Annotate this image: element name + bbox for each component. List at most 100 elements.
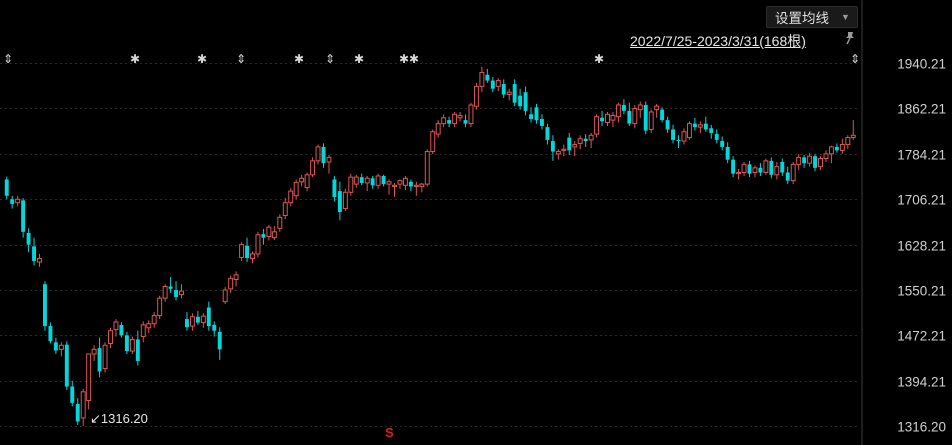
- candle[interactable]: [26, 228, 31, 253]
- candle[interactable]: [261, 228, 266, 245]
- candle[interactable]: [381, 174, 386, 187]
- candle[interactable]: [430, 129, 436, 154]
- candle[interactable]: [703, 116, 708, 132]
- candle[interactable]: [80, 388, 86, 427]
- candle[interactable]: [665, 116, 670, 133]
- candle[interactable]: [408, 179, 413, 192]
- candle[interactable]: [834, 143, 839, 153]
- candle[interactable]: [157, 295, 163, 320]
- candle[interactable]: [70, 380, 75, 407]
- candle[interactable]: [495, 78, 501, 92]
- candle[interactable]: [413, 181, 419, 196]
- candle[interactable]: [845, 135, 851, 150]
- candle[interactable]: [392, 182, 397, 197]
- candle[interactable]: [463, 114, 468, 128]
- candle[interactable]: [321, 143, 326, 168]
- candle[interactable]: [615, 102, 621, 123]
- candle[interactable]: [140, 321, 146, 343]
- event-marker[interactable]: ⇕: [325, 53, 335, 65]
- candle[interactable]: [501, 79, 506, 99]
- candle[interactable]: [424, 149, 430, 187]
- candle[interactable]: [457, 111, 463, 122]
- candle[interactable]: [271, 226, 277, 240]
- candle[interactable]: [332, 175, 337, 202]
- candle[interactable]: [714, 129, 719, 144]
- candle[interactable]: [102, 342, 108, 373]
- candle[interactable]: [534, 103, 539, 124]
- event-marker[interactable]: ✱: [594, 53, 604, 65]
- candle[interactable]: [747, 160, 752, 178]
- candle[interactable]: [452, 111, 458, 128]
- candle[interactable]: [397, 179, 403, 189]
- candle[interactable]: [348, 173, 354, 196]
- candle[interactable]: [545, 123, 550, 145]
- candle[interactable]: [288, 188, 294, 207]
- candle[interactable]: [58, 342, 64, 357]
- candle[interactable]: [785, 166, 790, 185]
- candle[interactable]: [697, 121, 703, 133]
- candle[interactable]: [64, 341, 69, 391]
- candle[interactable]: [293, 179, 299, 200]
- candle[interactable]: [588, 132, 594, 149]
- candle[interactable]: [21, 198, 26, 238]
- candle[interactable]: [490, 77, 495, 93]
- date-range-label[interactable]: 2022/7/25-2023/3/31(168根): [630, 31, 806, 51]
- candle[interactable]: [654, 103, 660, 118]
- candle[interactable]: [567, 132, 572, 156]
- candle[interactable]: [736, 168, 742, 180]
- event-marker[interactable]: ✱✱: [399, 53, 419, 65]
- candle[interactable]: [676, 135, 681, 149]
- candle[interactable]: [660, 107, 665, 123]
- candle[interactable]: [818, 156, 823, 171]
- candle[interactable]: [15, 195, 21, 207]
- candle[interactable]: [386, 179, 392, 195]
- candle[interactable]: [506, 88, 512, 101]
- candle[interactable]: [245, 237, 250, 263]
- candle[interactable]: [692, 117, 697, 131]
- candle[interactable]: [763, 158, 769, 175]
- set-moving-average-button[interactable]: 设置均线 ▼: [766, 6, 858, 28]
- candle[interactable]: [337, 181, 342, 221]
- candle[interactable]: [364, 175, 370, 192]
- candle[interactable]: [850, 120, 856, 140]
- candle[interactable]: [572, 141, 578, 157]
- candle[interactable]: [790, 162, 796, 185]
- candle[interactable]: [813, 153, 818, 172]
- candle[interactable]: [239, 242, 245, 261]
- candle[interactable]: [97, 337, 102, 378]
- candle[interactable]: [91, 345, 97, 361]
- candle[interactable]: [53, 337, 58, 354]
- candle[interactable]: [217, 327, 222, 360]
- event-marker[interactable]: ⇕: [3, 53, 13, 65]
- candle[interactable]: [600, 110, 605, 126]
- candle[interactable]: [162, 284, 168, 302]
- candle[interactable]: [605, 111, 610, 126]
- candle[interactable]: [250, 251, 255, 264]
- candle[interactable]: [108, 327, 113, 349]
- event-marker[interactable]: ✱: [197, 53, 207, 65]
- candle[interactable]: [282, 198, 288, 220]
- candle[interactable]: [839, 138, 845, 154]
- candle[interactable]: [184, 312, 189, 331]
- candle[interactable]: [741, 162, 747, 176]
- candle[interactable]: [113, 319, 119, 337]
- candle[interactable]: [709, 124, 714, 139]
- candle[interactable]: [752, 165, 758, 178]
- candle[interactable]: [342, 188, 348, 211]
- candle[interactable]: [774, 162, 780, 180]
- candle[interactable]: [10, 195, 15, 209]
- candle[interactable]: [75, 398, 80, 425]
- candle[interactable]: [518, 88, 523, 110]
- candle[interactable]: [550, 135, 555, 161]
- candle[interactable]: [212, 321, 217, 337]
- candle[interactable]: [523, 86, 528, 116]
- candle[interactable]: [375, 173, 381, 189]
- candle[interactable]: [255, 231, 261, 258]
- candle[interactable]: [277, 214, 283, 232]
- candle[interactable]: [802, 155, 807, 168]
- candle[interactable]: [195, 310, 200, 325]
- candle[interactable]: [621, 99, 626, 115]
- candle[interactable]: [151, 312, 157, 328]
- candle[interactable]: [610, 111, 616, 128]
- candle[interactable]: [637, 101, 643, 118]
